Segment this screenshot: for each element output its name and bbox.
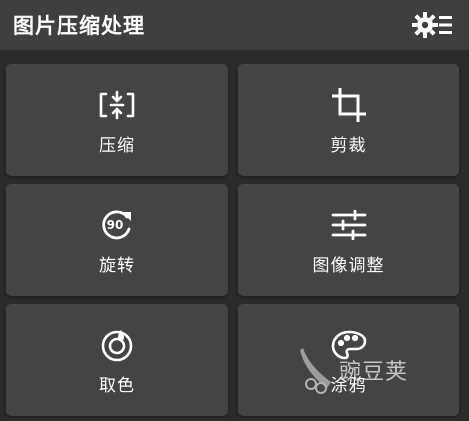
- palette-icon: [329, 325, 369, 365]
- rotate-label: 旋转: [99, 255, 135, 276]
- crop-icon: [329, 85, 369, 125]
- sliders-icon: [329, 205, 369, 245]
- compress-tile[interactable]: 压缩: [6, 64, 228, 176]
- compress-label: 压缩: [99, 135, 135, 156]
- gear-icon: [412, 12, 452, 38]
- settings-button[interactable]: [411, 8, 455, 42]
- tool-grid: 压缩 剪裁 90 旋转 图像调整 取色 涂鸦: [6, 64, 459, 416]
- svg-text:90: 90: [107, 218, 124, 232]
- doodle-tile[interactable]: 涂鸦: [238, 304, 459, 416]
- crop-tile[interactable]: 剪裁: [238, 64, 459, 176]
- app-header: 图片压缩处理: [0, 0, 469, 50]
- crop-label: 剪裁: [330, 135, 367, 156]
- page-title: 图片压缩处理: [13, 14, 145, 38]
- rotate-tile[interactable]: 90 旋转: [6, 184, 228, 296]
- color-picker-tile[interactable]: 取色: [6, 304, 228, 416]
- compress-icon: [97, 85, 137, 125]
- rotate-90-icon: 90: [97, 205, 137, 245]
- image-adjust-label: 图像调整: [312, 255, 385, 276]
- color-picker-icon: [97, 325, 137, 365]
- image-adjust-tile[interactable]: 图像调整: [238, 184, 459, 296]
- doodle-label: 涂鸦: [330, 375, 367, 396]
- color-picker-label: 取色: [99, 375, 135, 396]
